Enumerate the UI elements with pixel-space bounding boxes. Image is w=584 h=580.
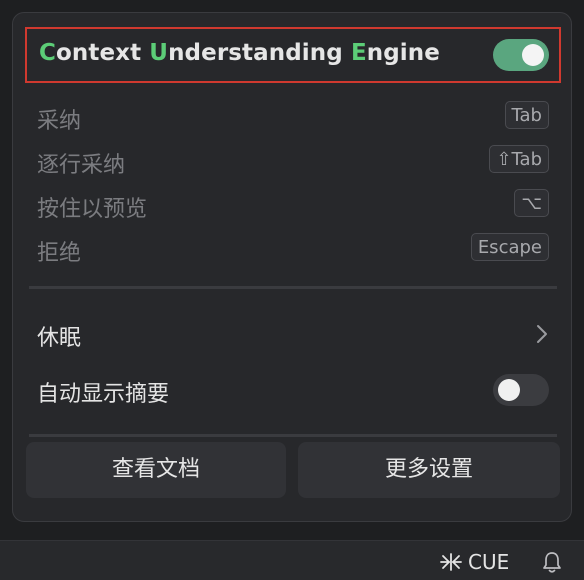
- section-divider: [29, 286, 557, 289]
- toggle-knob: [522, 44, 544, 66]
- bell-icon[interactable]: [541, 550, 563, 574]
- action-row-hold-preview[interactable]: 按住以预览 ⌥: [37, 187, 549, 223]
- title-part: U: [149, 40, 169, 66]
- shortcut-badge: ⌥: [514, 189, 549, 217]
- toggle-knob: [498, 379, 520, 401]
- cue-header: Context Understanding Engine: [25, 27, 561, 83]
- editor-window: Context Understanding Engine 采纳 Tab 逐行采纳…: [0, 0, 584, 580]
- action-label: 逐行采纳: [37, 153, 126, 178]
- sleep-menu-item[interactable]: 休眠: [37, 313, 549, 357]
- more-settings-button[interactable]: 更多设置: [298, 442, 560, 498]
- auto-summary-label: 自动显示摘要: [37, 382, 170, 407]
- shortcut-badge: Escape: [470, 233, 549, 261]
- shortcut-badge: ⇧Tab: [489, 145, 549, 173]
- title-part: C: [39, 40, 56, 66]
- title-part: E: [350, 40, 367, 66]
- action-label: 按住以预览: [37, 197, 148, 222]
- action-row-reject[interactable]: 拒绝 Escape: [37, 231, 549, 267]
- cue-title: Context Understanding Engine: [39, 40, 440, 66]
- action-row-accept[interactable]: 采纳 Tab: [37, 99, 549, 135]
- action-label: 拒绝: [37, 241, 82, 266]
- cue-asterisk-icon: [440, 553, 462, 571]
- title-part: ontext: [55, 40, 150, 66]
- action-row-accept-line[interactable]: 逐行采纳 ⇧Tab: [37, 143, 549, 179]
- shortcut-badge: Tab: [504, 101, 549, 129]
- chevron-right-icon: [537, 325, 547, 343]
- view-docs-button[interactable]: 查看文档: [26, 442, 286, 498]
- title-part: ngine: [366, 40, 440, 66]
- cue-enable-toggle[interactable]: [493, 39, 549, 71]
- cue-status-label: CUE: [468, 550, 510, 574]
- status-bar: CUE: [0, 540, 584, 580]
- section-divider: [29, 434, 557, 437]
- auto-summary-row: 自动显示摘要: [37, 369, 549, 413]
- title-part: nderstanding: [168, 40, 351, 66]
- sleep-label: 休眠: [37, 326, 82, 351]
- cue-status-item[interactable]: CUE: [438, 549, 509, 575]
- action-label: 采纳: [37, 109, 82, 134]
- auto-summary-toggle[interactable]: [493, 374, 549, 406]
